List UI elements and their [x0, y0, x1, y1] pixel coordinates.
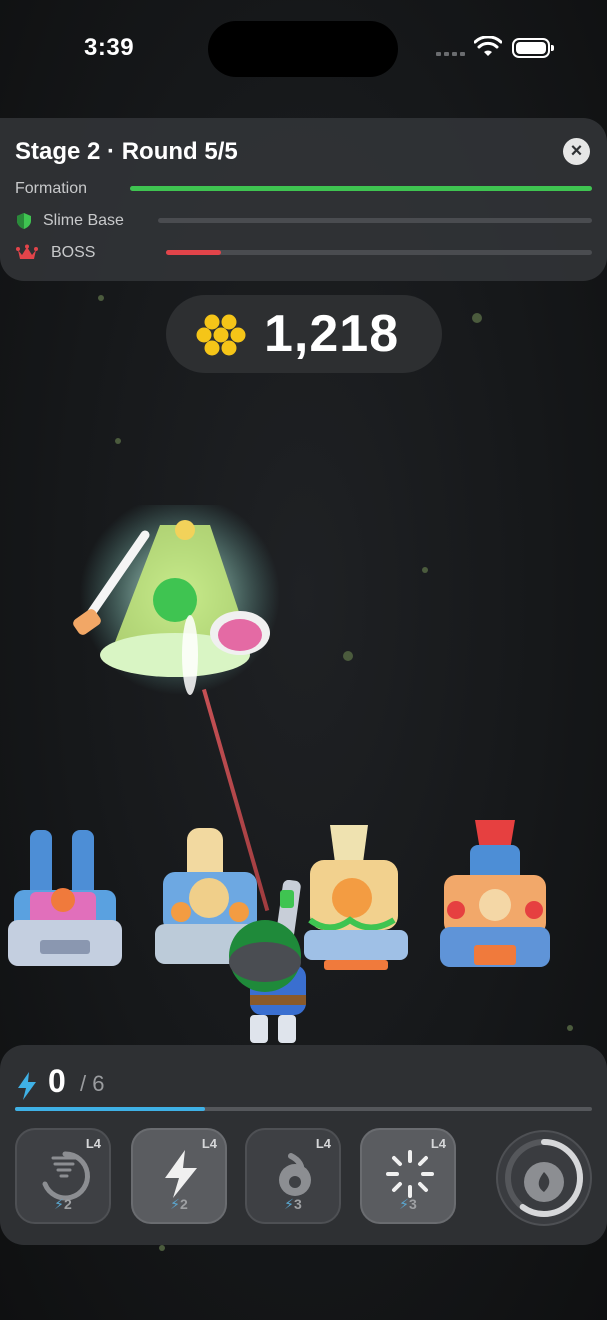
boss-health-bar: [166, 250, 592, 255]
skill-burst-button[interactable]: L4 ⚡3: [360, 1128, 456, 1224]
stage-title: Stage 2 · Round 5/5: [15, 138, 238, 165]
close-button[interactable]: ×: [563, 138, 590, 165]
shield-icon: [17, 213, 31, 229]
skill-cost: ⚡2: [170, 1196, 188, 1212]
boss-label: BOSS: [51, 244, 96, 261]
skill-cost: ⚡3: [399, 1196, 417, 1212]
fire-ultimate-icon: [524, 1162, 564, 1202]
skill-panel: 0 / 6 L4 ⚡2 L4 ⚡2 L4 ⚡3 L4 ⚡3: [0, 1045, 607, 1245]
boss-enemy[interactable]: [60, 505, 290, 725]
turret-twin-cannon[interactable]: [0, 820, 130, 990]
status-time: 3:39: [84, 34, 135, 61]
energy-max: / 6: [80, 1071, 105, 1096]
battery-icon: [512, 38, 554, 58]
slime-base-progress-bar: [158, 218, 592, 223]
crown-icon: [16, 244, 38, 259]
status-bar: 3:39: [0, 0, 607, 96]
fire-bomb-icon: [279, 1153, 311, 1196]
boss-health-fill: [166, 250, 222, 255]
skill-fire-bomb-button[interactable]: L4 ⚡3: [245, 1128, 341, 1224]
coin-count: 1,218: [264, 305, 400, 363]
wifi-icon: [474, 36, 502, 56]
energy-bolt-icon: [18, 1072, 36, 1100]
cellular-signal-icon: [436, 52, 465, 56]
energy-bar: [15, 1107, 592, 1111]
burst-icon: [386, 1150, 434, 1198]
formation-label: Formation: [15, 180, 88, 197]
coin-counter: 1,218: [166, 295, 442, 373]
stage-panel: Stage 2 · Round 5/5 Formation Slime Base…: [0, 118, 607, 281]
formation-progress-fill: [130, 186, 592, 191]
skill-cost: ⚡3: [284, 1196, 302, 1212]
formation-progress-bar: [130, 186, 592, 191]
dynamic-island: [208, 21, 398, 77]
skill-cost: ⚡2: [54, 1196, 72, 1212]
skill-tornado-button[interactable]: L4 ⚡2: [15, 1128, 111, 1224]
lightning-icon: [165, 1150, 197, 1198]
turret-rocket[interactable]: [430, 815, 560, 985]
slime-base-label: Slime Base: [43, 212, 124, 229]
energy-bar-fill: [15, 1107, 206, 1111]
ultimate-skill-button[interactable]: [496, 1130, 592, 1226]
tornado-icon: [42, 1151, 90, 1201]
energy-current: 0: [48, 1063, 66, 1099]
hero-player[interactable]: [220, 880, 330, 1045]
skill-lightning-button[interactable]: L4 ⚡2: [131, 1128, 227, 1224]
gold-coins-icon: [196, 314, 246, 356]
